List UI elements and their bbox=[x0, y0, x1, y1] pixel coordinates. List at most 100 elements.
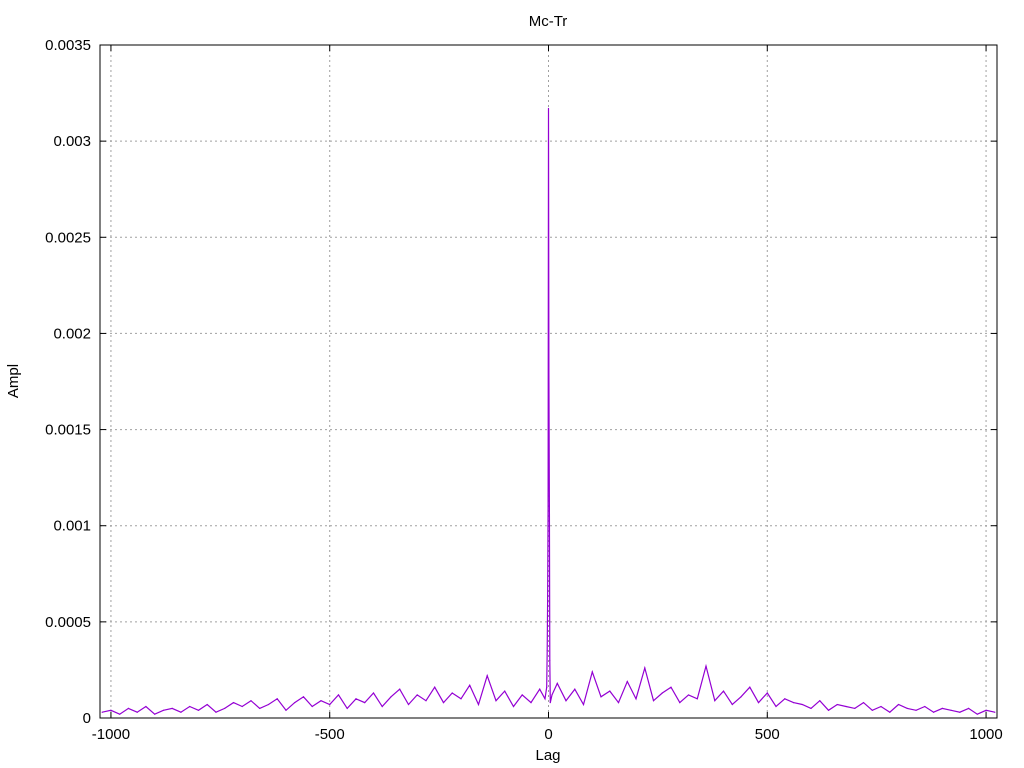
data-point bbox=[819, 700, 821, 702]
data-point bbox=[549, 659, 551, 661]
data-point bbox=[285, 709, 287, 711]
chart-title: Mc-Tr bbox=[529, 13, 568, 30]
data-point bbox=[915, 709, 917, 711]
data-point bbox=[565, 700, 567, 702]
data-point bbox=[110, 709, 112, 711]
data-point bbox=[189, 705, 191, 708]
data-point bbox=[215, 711, 217, 713]
data-point bbox=[617, 702, 620, 704]
x-tick-label: 500 bbox=[755, 726, 780, 743]
y-axis-label: Ampl bbox=[5, 364, 22, 398]
data-point bbox=[749, 686, 751, 688]
data-point bbox=[740, 696, 742, 698]
data-point bbox=[302, 696, 305, 698]
data-point bbox=[609, 690, 611, 692]
data-point bbox=[827, 709, 830, 711]
data-point bbox=[687, 694, 690, 696]
y-tick-label: 0.0025 bbox=[45, 229, 91, 246]
data-point bbox=[311, 705, 313, 708]
data-point bbox=[372, 692, 375, 694]
y-tick-label: 0.002 bbox=[53, 325, 91, 342]
data-point bbox=[416, 694, 418, 696]
data-point bbox=[757, 702, 760, 704]
data-point bbox=[101, 711, 103, 713]
data-point bbox=[547, 107, 550, 110]
data-point bbox=[705, 665, 707, 667]
ticks: -1000 -500 0 500 1000 0 0.0005 0.001 0.0015 0.002… bbox=[45, 37, 1003, 743]
data-point bbox=[551, 694, 553, 696]
data-point bbox=[294, 702, 296, 704]
data-point bbox=[162, 709, 165, 711]
data-point bbox=[486, 675, 488, 677]
data-point bbox=[976, 713, 978, 715]
data-point bbox=[495, 700, 497, 702]
data-point bbox=[504, 690, 506, 692]
data-point bbox=[722, 690, 725, 692]
data-point bbox=[906, 707, 908, 709]
data-point bbox=[591, 671, 593, 673]
data-point bbox=[652, 700, 655, 702]
data-point bbox=[337, 694, 340, 696]
y-tick-label: 0.0005 bbox=[45, 614, 91, 631]
data-point bbox=[582, 703, 585, 706]
data-point bbox=[407, 703, 410, 706]
data-point bbox=[871, 709, 873, 711]
data-point bbox=[897, 703, 900, 706]
chart: -1000 -500 0 500 1000 0 0.0005 0.001 0.0015 0.002… bbox=[5, 13, 1003, 764]
data-point bbox=[442, 702, 445, 704]
data-point bbox=[574, 688, 576, 690]
data-point bbox=[880, 705, 882, 708]
x-tick-label: 1000 bbox=[969, 726, 1002, 743]
data-point bbox=[381, 705, 383, 708]
data-point bbox=[521, 694, 523, 696]
data-point bbox=[941, 707, 943, 709]
x-tick-label: 0 bbox=[544, 726, 552, 743]
data-point bbox=[154, 713, 156, 715]
data-point bbox=[985, 709, 987, 711]
data-point bbox=[127, 707, 130, 709]
data-point bbox=[731, 703, 733, 706]
data-point bbox=[644, 667, 646, 669]
x-tick-label: -1000 bbox=[92, 726, 130, 743]
series-line bbox=[102, 108, 995, 715]
data-point bbox=[810, 707, 812, 709]
data-point bbox=[932, 711, 935, 713]
data-point bbox=[434, 686, 436, 688]
data-point bbox=[845, 705, 847, 708]
data-point bbox=[390, 696, 392, 698]
data-point bbox=[512, 705, 515, 708]
data-point bbox=[775, 705, 777, 708]
data-point bbox=[206, 703, 208, 706]
y-tick-label: 0.003 bbox=[53, 133, 91, 150]
data-point bbox=[679, 702, 681, 704]
data-point bbox=[469, 684, 471, 686]
data-point bbox=[924, 705, 926, 708]
data-point bbox=[250, 700, 252, 702]
data-point bbox=[766, 692, 768, 694]
data-point bbox=[862, 702, 865, 704]
data-point bbox=[267, 703, 270, 706]
data-point bbox=[546, 650, 548, 652]
data-point bbox=[635, 698, 637, 700]
data-point bbox=[197, 709, 200, 711]
data-point bbox=[784, 698, 786, 700]
data-point bbox=[320, 700, 322, 702]
data-point bbox=[661, 692, 663, 694]
data-point bbox=[546, 686, 548, 688]
data-point bbox=[136, 711, 138, 713]
data-point bbox=[547, 602, 549, 604]
data-point bbox=[346, 707, 348, 709]
data-point bbox=[224, 707, 226, 709]
data-point bbox=[276, 698, 278, 700]
data-point bbox=[556, 682, 558, 684]
y-tick-label: 0.0015 bbox=[45, 422, 91, 439]
data-point bbox=[801, 703, 803, 706]
y-tick-label: 0.0035 bbox=[45, 37, 91, 54]
data-point bbox=[399, 688, 401, 690]
data-point bbox=[460, 698, 462, 700]
data-point bbox=[967, 707, 970, 709]
data-point bbox=[889, 711, 891, 713]
data-point bbox=[670, 686, 672, 688]
x-tick-label: -500 bbox=[315, 726, 345, 743]
data-point bbox=[259, 707, 261, 709]
